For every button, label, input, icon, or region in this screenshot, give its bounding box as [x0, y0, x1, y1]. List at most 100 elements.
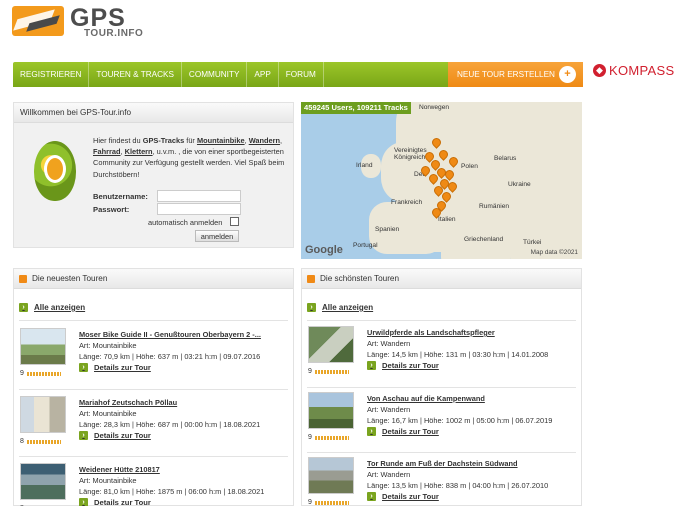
tour-stats: Länge: 28,3 km | Höhe: 687 m | 00:00 h:m…: [79, 420, 261, 429]
details-label: Details zur Tour: [382, 427, 439, 436]
tour-type: Art: Mountainbike: [79, 341, 137, 350]
tour-type: Art: Wandern: [367, 339, 411, 348]
logo-icon: [12, 6, 64, 36]
tour-stats: Länge: 81,0 km | Höhe: 1875 m | 06:00 h:…: [79, 487, 265, 496]
kompass-logo[interactable]: ◆ KOMPASS: [593, 62, 674, 78]
map-label: Portugal: [353, 242, 378, 249]
map-label: Ukraine: [508, 181, 531, 188]
welcome-text: Hier findest du GPS-Tracks für Mountainb…: [93, 135, 288, 180]
password-input[interactable]: [157, 203, 241, 215]
tour-title-link[interactable]: Urwildpferde als Landschaftspfleger: [367, 328, 495, 337]
kompass-icon: ◆: [593, 63, 606, 77]
tour-details-link[interactable]: › Details zur Tour: [79, 498, 151, 506]
tour-rating: 9: [308, 434, 349, 441]
site-logo[interactable]: GPS TOUR.INFO: [12, 4, 152, 40]
details-label: Details zur Tour: [94, 363, 151, 372]
arrow-right-icon: ›: [19, 303, 28, 312]
map-land: [441, 227, 511, 259]
tour-title-link[interactable]: Mariahof Zeutschach Pöllau: [79, 398, 177, 407]
tour-type: Art: Mountainbike: [79, 409, 137, 418]
newest-tours-title: Die neuesten Touren: [14, 269, 293, 289]
tour-type: Art: Wandern: [367, 470, 411, 479]
tour-type: Art: Mountainbike: [79, 476, 137, 485]
map-label: Norwegen: [419, 104, 450, 111]
rating-value: 9: [308, 368, 312, 375]
tour-thumbnail[interactable]: [308, 326, 354, 363]
tour-details-link[interactable]: › Details zur Tour: [367, 361, 439, 370]
divider: [19, 389, 288, 390]
logo-subtext: TOUR.INFO: [84, 28, 144, 39]
map-label: Polen: [461, 163, 478, 170]
tour-stats: Länge: 13,5 km | Höhe: 838 m | 04:00 h:m…: [367, 481, 549, 490]
map-label: Frankreich: [391, 199, 423, 206]
nav-item-app[interactable]: APP: [247, 62, 279, 87]
nav-item-community[interactable]: COMMUNITY: [182, 62, 248, 87]
tour-details-link[interactable]: › Details zur Tour: [79, 363, 151, 372]
tour-stats: Länge: 70,9 km | Höhe: 637 m | 03:21 h:m…: [79, 352, 261, 361]
tour-item: 9 Tor Runde am Fuß der Dachstein Südwand…: [308, 457, 578, 506]
rating-bar: [314, 500, 349, 505]
tour-thumbnail[interactable]: [20, 463, 66, 500]
best-tours-title-text: Die schönsten Touren: [320, 274, 400, 283]
rss-icon[interactable]: [19, 275, 27, 283]
tour-stats: Länge: 14,5 km | Höhe: 131 m | 03:30 h:m…: [367, 350, 549, 359]
tour-title-link[interactable]: Weidener Hütte 210817: [79, 465, 160, 474]
details-label: Details zur Tour: [382, 492, 439, 501]
welcome-text-part: ,: [280, 136, 283, 145]
password-label: Passwort:: [93, 205, 130, 214]
welcome-title: Willkommen bei GPS-Tour.info: [14, 103, 293, 123]
map-stats: 459245 Users, 109211 Tracks: [301, 102, 411, 114]
link-mountainbike[interactable]: Mountainbike: [197, 136, 245, 145]
nav-item-touren-tracks[interactable]: TOUREN & TRACKS: [89, 62, 182, 87]
map-label: Irland: [356, 162, 373, 169]
tour-details-link[interactable]: › Details zur Tour: [367, 427, 439, 436]
tour-thumbnail[interactable]: [20, 396, 66, 433]
nav-item-forum[interactable]: FORUM: [279, 62, 324, 87]
link-wandern[interactable]: Wandern: [249, 136, 280, 145]
auto-login-checkbox[interactable]: [230, 217, 239, 226]
map-label: Spanien: [375, 226, 400, 233]
tour-details-link[interactable]: › Details zur Tour: [79, 431, 151, 440]
nav-item-registrieren[interactable]: REGISTRIEREN: [13, 62, 90, 87]
tour-thumbnail[interactable]: [308, 457, 354, 494]
divider: [19, 456, 288, 457]
map-label: Italien: [438, 216, 456, 223]
arrow-right-icon: ›: [367, 427, 376, 436]
welcome-box: Willkommen bei GPS-Tour.info Hier findes…: [13, 102, 294, 248]
tour-type: Art: Wandern: [367, 405, 411, 414]
newest-tours-title-text: Die neuesten Touren: [32, 274, 108, 283]
arrow-right-icon: ›: [367, 361, 376, 370]
divider: [19, 320, 288, 321]
map-attribution[interactable]: Map data ©2021: [531, 249, 578, 256]
best-show-all-link[interactable]: › Alle anzeigen: [307, 303, 373, 312]
link-klettern[interactable]: Klettern: [125, 147, 153, 156]
tour-thumbnail[interactable]: [308, 392, 354, 429]
tour-thumbnail[interactable]: [20, 328, 66, 365]
tour-stats: Länge: 16,7 km | Höhe: 1002 m | 05:00 h:…: [367, 416, 553, 425]
tour-title-link[interactable]: Tor Runde am Fuß der Dachstein Südwand: [367, 459, 518, 468]
welcome-text-part: Hier findest du: [93, 136, 143, 145]
newest-show-all-link[interactable]: › Alle anzeigen: [19, 303, 85, 312]
link-fahrrad[interactable]: Fahrrad: [93, 147, 121, 156]
main-navigation: REGISTRIEREN TOUREN & TRACKS COMMUNITY A…: [13, 62, 583, 87]
welcome-text-part: für: [184, 136, 197, 145]
map-label: Griechenland: [464, 236, 504, 243]
tour-title-link[interactable]: Moser Bike Guide II - Genußtouren Oberba…: [79, 330, 261, 339]
rating-bar: [314, 369, 349, 374]
tour-rating: 9: [308, 499, 349, 506]
rating-value: 9: [308, 434, 312, 441]
new-tour-button[interactable]: NEUE TOUR ERSTELLEN +: [448, 62, 583, 87]
login-button[interactable]: anmelden: [195, 230, 239, 242]
tour-item: 9 Von Aschau auf die Kampenwand Art: Wan…: [308, 392, 578, 452]
tour-title-link[interactable]: Von Aschau auf die Kampenwand: [367, 394, 485, 403]
tour-item: 8 Weidener Hütte 210817 Art: Mountainbik…: [20, 463, 290, 506]
details-label: Details zur Tour: [94, 498, 151, 506]
kompass-text: KOMPASS: [609, 62, 675, 78]
map-label: Türkei: [523, 239, 542, 246]
rss-icon[interactable]: [307, 275, 315, 283]
tour-details-link[interactable]: › Details zur Tour: [367, 492, 439, 501]
username-input[interactable]: [157, 190, 241, 202]
tour-item: 9 Urwildpferde als Landschaftspfleger Ar…: [308, 326, 578, 386]
tour-map[interactable]: 459245 Users, 109211 Tracks Norwegen Ver…: [301, 102, 582, 259]
tour-rating: 8: [20, 438, 61, 445]
